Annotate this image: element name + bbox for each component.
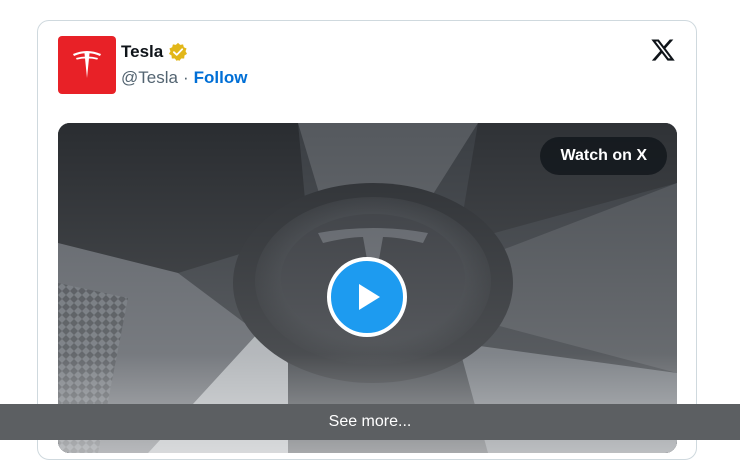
see-more-bar[interactable]: See more... (0, 404, 740, 440)
separator-dot: · (182, 68, 189, 87)
embedded-post-card: Tesla @Tesla · Follow Watch on X (37, 20, 697, 460)
author-name-row: Tesla (121, 42, 188, 62)
play-button[interactable] (327, 257, 407, 337)
play-icon (359, 284, 380, 310)
follow-button[interactable]: Follow (194, 68, 248, 88)
author-handle[interactable]: @Tesla (121, 68, 178, 88)
handle-row: @Tesla · Follow (121, 68, 247, 88)
author-name[interactable]: Tesla (121, 42, 163, 62)
watch-on-x-button[interactable]: Watch on X (540, 137, 667, 175)
verified-badge-icon (169, 42, 188, 61)
tesla-logo-icon (73, 51, 101, 78)
x-logo-icon[interactable] (650, 37, 676, 63)
avatar[interactable] (58, 36, 116, 94)
